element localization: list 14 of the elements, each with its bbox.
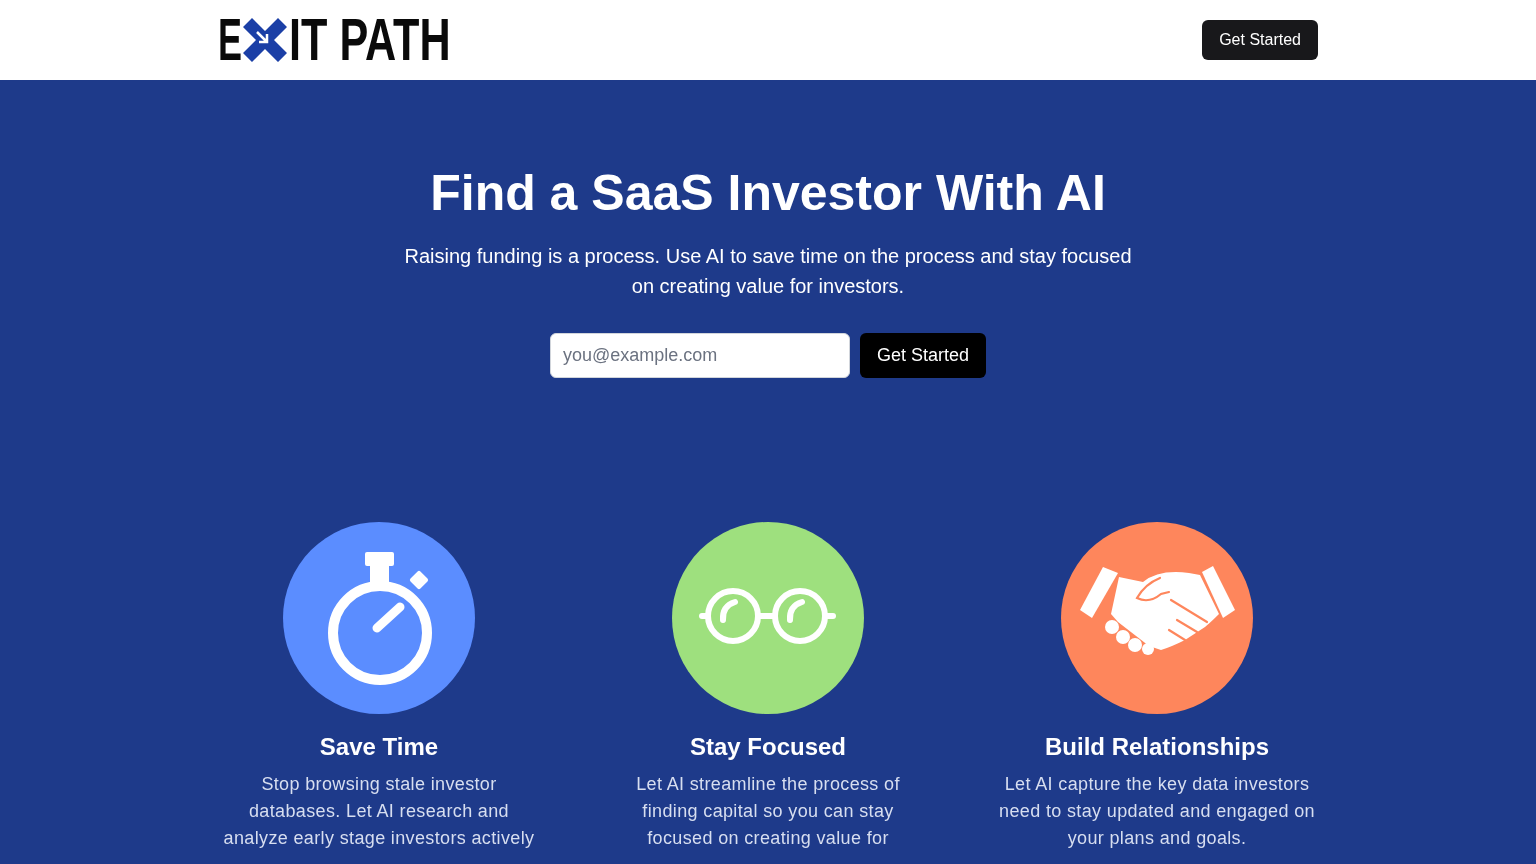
feature-description: Let AI streamline the process of finding capital so you can stay focused on creating value for bbox=[635, 773, 901, 850]
feature-description: Stop browsing stale investor databases. Let AI research and analyze early stage investors actively bbox=[222, 773, 536, 850]
hero-title: Find a SaaS Investor With AI bbox=[430, 164, 1106, 223]
logo-text: IT PATH bbox=[289, 18, 451, 62]
email-field[interactable]: you@example.com bbox=[549, 333, 850, 378]
feature-title: Save Time bbox=[319, 732, 439, 762]
feature-title: Stay Focused bbox=[689, 732, 846, 762]
hero-subtitle: Raising funding is a process. Use AI to save time on the process and stay focused on creating value for investors. bbox=[403, 244, 1133, 299]
get-started-button[interactable]: Get Started bbox=[859, 333, 987, 378]
feature-title: Build Relationships bbox=[1045, 732, 1269, 762]
get-started-button[interactable]: Get Started bbox=[1202, 20, 1318, 60]
feature-description: Let AI capture the key data investors need to stay updated and engaged on your plans and goals. bbox=[998, 773, 1316, 850]
logo-text: E bbox=[218, 18, 242, 62]
x-arrow-icon bbox=[243, 18, 287, 62]
